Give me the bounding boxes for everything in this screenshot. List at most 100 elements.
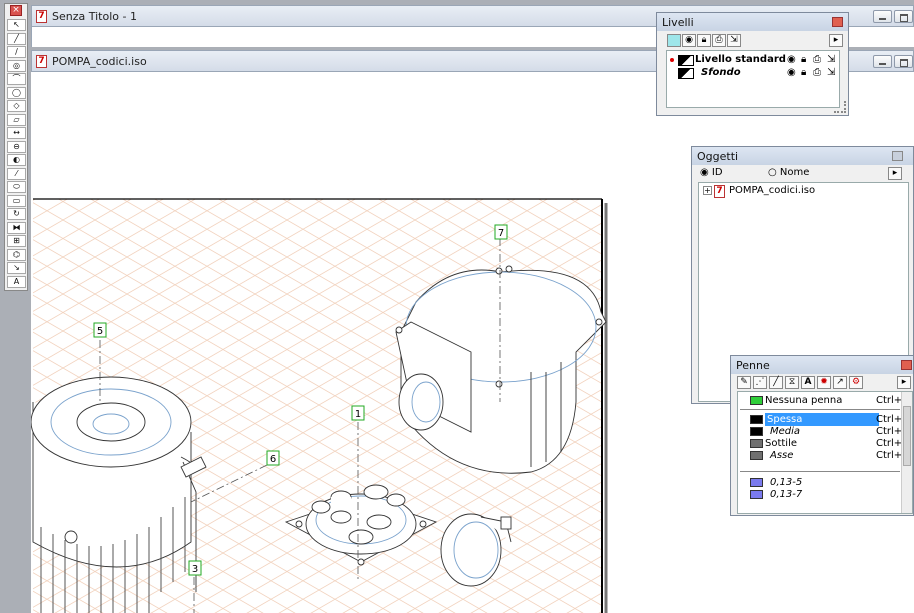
arrow-style-icon[interactable]: ↗ [833,376,847,389]
trim-tool-icon: ↘ [13,263,20,272]
layer-color-button[interactable] [667,34,681,47]
oggetti-title: Oggetti [697,150,739,163]
eye-icon[interactable]: ◉ [787,53,796,66]
penne-close-button[interactable] [901,360,912,370]
rectangle-tool-button[interactable]: ▱ [7,113,26,126]
tree-item-label: POMPA_codici.iso [729,185,816,196]
hatch-icon[interactable]: ⧖ [785,376,799,389]
part-label-6[interactable]: 6 [266,450,280,466]
part-label-5[interactable]: 5 [93,322,107,338]
livelli-header[interactable]: Livelli [657,13,848,31]
part-label-1[interactable]: 1 [351,405,365,421]
dimension-tool-button[interactable]: ↔ [7,127,26,139]
export-icon[interactable]: ⇲ [827,53,835,66]
scroll-thumb[interactable] [903,406,911,466]
dimension-tool-icon: ↔ [13,128,20,137]
pen-row[interactable]: 0,13-7 [738,488,912,501]
layer-row[interactable]: Livello standard ◉ 🔒︎ ⎙ ⇲ [667,53,839,66]
pen-row[interactable]: Nessuna penna Ctrl+0 [738,394,912,407]
text-tool-button[interactable]: A [7,275,26,288]
pen-name: Asse [770,450,794,461]
livelli-menu-arrow[interactable]: ▸ [829,34,843,47]
trim-tool-button[interactable]: ↘ [7,262,26,274]
pen-name: 0,13-7 [770,489,803,500]
grid-tool-icon: ⊞ [13,236,20,245]
lock-icon[interactable]: 🔒︎ [801,66,806,79]
ellipse-tool-button[interactable]: ◯ [7,86,26,99]
no-export-icon[interactable]: ⇲ [827,66,835,79]
radio-nome[interactable]: ○ Nome [768,167,809,178]
box-tool-icon: ▭ [12,195,21,205]
section-tool-icon: ⊖ [13,141,20,151]
pen-swatch-icon [750,451,763,460]
line-tool-button[interactable]: ╱ [7,32,26,45]
layer-row[interactable]: Sfondo ◉ 🔒︎ ⎙ ⇲ [667,66,839,79]
line-width-icon[interactable]: ╱ [769,376,783,389]
no-print-icon[interactable]: ⎙ [813,66,821,79]
pen-settings-icon[interactable]: ⚙ [849,376,863,389]
hatch-tool-button[interactable]: ⁄ [7,167,26,180]
oggetti-header[interactable]: Oggetti [692,147,913,165]
resize-grip-icon[interactable] [834,101,846,113]
color-icon[interactable]: ✹ [817,376,831,389]
layer-list: Livello standard ◉ 🔒︎ ⎙ ⇲ Sfondo ◉ 🔒︎ ⎙ … [666,50,840,108]
pen-row[interactable]: Asse Ctrl+4 [738,449,912,462]
expand-icon[interactable]: + [703,186,712,195]
text-style-icon[interactable]: A [801,376,815,389]
list-divider [740,409,900,410]
curve-tool-button[interactable]: ◇ [7,100,26,112]
lock-icon[interactable]: 🔒︎ [801,53,806,66]
section-tool-button[interactable]: ⊖ [7,140,26,153]
print-icon[interactable]: ⎙ [813,53,821,66]
export-icon[interactable]: ⇲ [727,34,741,47]
rectangle-tool-icon: ▱ [13,114,20,124]
doc1-maximize-button[interactable] [894,10,913,23]
radio-id-label: ID [711,167,723,178]
eye-icon[interactable]: ◉ [787,66,796,79]
oggetti-close-button[interactable] [892,151,903,161]
document-icon: 7 [36,55,47,68]
hatch-tool-icon: ⁄ [15,168,18,178]
select-arrow-button[interactable]: ↖ [7,19,26,31]
radio-id[interactable]: ◉ ID [700,167,723,178]
svg-text:1: 1 [355,409,361,420]
polyline-tool-button[interactable]: ∕ [7,46,26,58]
mirror-tool-button[interactable]: ⧓ [7,221,26,234]
text-tool-icon: A [13,276,20,286]
eye-icon[interactable]: ◉ [682,34,696,47]
part-label-7[interactable]: 7 [494,224,508,240]
pen-tool-icon[interactable]: ✎ [737,376,751,389]
livelli-panel: Livelli ◉ 🔒︎ ⎙ ⇲ ▸ Livello standard ◉ 🔒︎… [656,12,849,116]
doc2-maximize-button[interactable] [894,55,913,68]
tree-item[interactable]: + 7 POMPA_codici.iso [699,184,908,198]
layer-name: Sfondo [701,67,741,78]
arc-tool-button[interactable]: ⌒ [7,73,26,85]
part-label-3[interactable]: 3 [188,560,202,576]
shape-tool-button[interactable]: ⬭ [7,181,26,193]
line-style-icon[interactable]: ⋰ [753,376,767,389]
box-tool-button[interactable]: ▭ [7,194,26,207]
livelli-close-button[interactable] [832,17,843,27]
pen-swatch-icon [750,427,763,436]
grid-tool-button[interactable]: ⊞ [7,235,26,247]
livelli-title: Livelli [662,16,694,29]
toolbox: × ↖ ╱ ∕ ◎ ⌒ ◯ ◇ ▱ ↔ ⊖ ◐ ⁄ ⬭ ▭ ↻ ⧓ ⊞ ⌬ ↘ A [4,3,28,291]
lock-icon[interactable]: 🔒︎ [697,34,711,47]
penne-menu-arrow[interactable]: ▸ [897,376,911,389]
svg-text:5: 5 [97,326,103,337]
doc1-title: Senza Titolo - 1 [52,10,137,23]
doc1-minimize-button[interactable] [873,10,892,23]
toolbox-close-button[interactable]: × [10,5,22,16]
print-icon[interactable]: ⎙ [712,34,726,47]
doc2-minimize-button[interactable] [873,55,892,68]
oggetti-menu-arrow[interactable]: ▸ [888,167,902,180]
pen-name: Nessuna penna [765,395,843,406]
penne-header[interactable]: Penne [731,356,913,374]
fill-tool-button[interactable]: ◐ [7,154,26,166]
layer-swatch-icon [678,68,694,79]
arc-tool-icon: ⌒ [12,74,21,83]
cylinder-tool-button[interactable]: ⌬ [7,248,26,261]
pen-list-scrollbar[interactable] [901,392,912,513]
rotate-tool-button[interactable]: ↻ [7,208,26,220]
circle-tool-button[interactable]: ◎ [7,59,26,72]
